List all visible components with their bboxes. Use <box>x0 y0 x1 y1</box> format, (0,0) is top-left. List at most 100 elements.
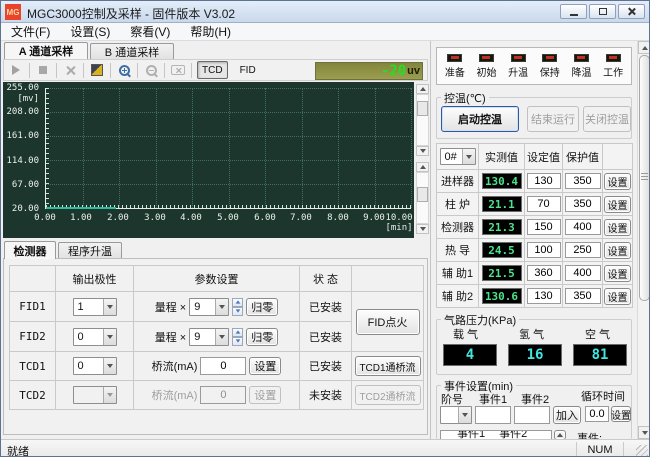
cycle-time-input[interactable] <box>585 406 609 422</box>
sample-mark-button[interactable] <box>89 62 105 78</box>
tab-channel-b[interactable]: B 通道采样 <box>90 43 174 59</box>
led-icon <box>479 54 494 62</box>
detector-measured: 21.3 <box>482 219 522 235</box>
scroll-up-arrow[interactable] <box>638 41 650 54</box>
fid1-range-select[interactable]: 9 <box>189 298 229 316</box>
fid1-zero-button[interactable]: 归零 <box>246 298 278 316</box>
aux2-protect-input[interactable] <box>565 288 601 304</box>
event2-label: 事件2 <box>521 391 549 407</box>
tcd2-polarity-select[interactable] <box>73 386 117 404</box>
detector-set-button[interactable]: 设置 <box>604 219 631 236</box>
zoom-in-button[interactable] <box>116 62 132 78</box>
x-tick: 9.00 <box>360 213 388 223</box>
event1-label: 事件1 <box>479 391 507 407</box>
injector-setpoint-input[interactable] <box>527 173 561 189</box>
close-icon <box>627 7 636 16</box>
x-tick: 3.00 <box>141 213 169 223</box>
full-scale-button[interactable] <box>170 62 186 78</box>
tab-detector-label: 检测器 <box>14 243 47 259</box>
end-run-button[interactable]: 结束运行 <box>527 106 579 132</box>
fid2-range-select[interactable]: 9 <box>189 328 229 346</box>
chevron-down-icon <box>462 149 475 164</box>
fid-ignite-button[interactable]: FID点火 <box>356 309 420 335</box>
stop-acquisition-button[interactable] <box>35 62 51 78</box>
detector-header-actions <box>352 266 424 292</box>
tcd2-bridge-on-button[interactable]: TCD2通桥流 <box>355 385 421 405</box>
scroll-down-arrow[interactable] <box>638 426 650 439</box>
menu-file[interactable]: 文件(F) <box>1 22 60 41</box>
signal-display: -20 uv <box>315 62 423 80</box>
tcd2-bridge-input[interactable] <box>200 386 246 404</box>
panel-scrollbar[interactable] <box>637 41 650 439</box>
restore-button[interactable] <box>589 4 616 19</box>
fid2-zero-button[interactable]: 归零 <box>246 328 278 346</box>
tab-channel-b-label: B 通道采样 <box>105 44 159 60</box>
detector-row-label: TCD2 <box>10 381 56 410</box>
tcd1-bridge-on-button[interactable]: TCD1通桥流 <box>355 356 421 376</box>
stage-label: 阶号 <box>441 391 463 407</box>
detector-protect-input[interactable] <box>565 219 601 235</box>
cycle-time-set-button[interactable]: 设置 <box>611 406 631 422</box>
fid-signal-toggle[interactable]: FID <box>236 61 260 79</box>
tcd1-polarity-select[interactable]: 0 <box>73 357 117 375</box>
aux1-set-button[interactable]: 设置 <box>604 265 631 282</box>
tab-channel-a[interactable]: A 通道采样 <box>4 42 88 59</box>
tab-program-ramp[interactable]: 程序升温 <box>58 242 122 259</box>
detector-setpoint-input[interactable] <box>527 219 561 235</box>
restore-icon <box>599 8 607 15</box>
fid2-polarity-select[interactable]: 0 <box>73 328 117 346</box>
detector-row-label: FID1 <box>10 292 56 322</box>
aux1-protect-input[interactable] <box>565 265 601 281</box>
detector-panel: 输出极性 参数设置 状 态 FID1 1 量程 × 9 归零 已安装 FID点火… <box>3 258 428 435</box>
tcd1-bridge-input[interactable] <box>200 357 246 375</box>
fid1-polarity-select[interactable]: 1 <box>73 298 117 316</box>
menu-view[interactable]: 察看(V) <box>120 22 180 41</box>
bridge-current-label: 桥流(mA) <box>152 358 198 374</box>
x-tick: 4.00 <box>177 213 205 223</box>
toolbar-separator <box>110 63 111 78</box>
tcd-setpoint-input[interactable] <box>527 242 561 258</box>
tcd2-set-button[interactable]: 设置 <box>249 386 281 404</box>
sample-icon <box>91 64 103 76</box>
zoom-out-button[interactable] <box>143 62 159 78</box>
close-temp-control-button[interactable]: 关闭控温 <box>583 106 631 132</box>
event2-input[interactable] <box>514 406 550 424</box>
led-icon <box>511 54 526 62</box>
tcd-set-button[interactable]: 设置 <box>604 242 631 259</box>
oven-protect-input[interactable] <box>565 196 601 212</box>
fid1-range-stepper[interactable] <box>232 298 243 316</box>
close-button[interactable] <box>618 4 645 19</box>
chromatogram-chart: 255.00 [mv] 208.00 161.00 114.00 67.00 2… <box>3 82 414 238</box>
minimize-button[interactable] <box>560 4 587 19</box>
injector-protect-input[interactable] <box>565 173 601 189</box>
aux2-set-button[interactable]: 设置 <box>604 288 631 305</box>
start-temp-control-button[interactable]: 启动控温 <box>441 106 519 132</box>
tcd-protect-input[interactable] <box>565 242 601 258</box>
injector-set-button[interactable]: 设置 <box>604 173 631 190</box>
stage-select[interactable] <box>440 406 472 424</box>
event1-input[interactable] <box>475 406 511 424</box>
chevron-down-icon <box>103 299 116 315</box>
menu-settings[interactable]: 设置(S) <box>60 22 120 41</box>
plot-area <box>45 88 411 209</box>
delete-button[interactable] <box>62 62 78 78</box>
fid2-range-stepper[interactable] <box>232 328 243 346</box>
start-acquisition-button[interactable] <box>8 62 24 78</box>
fid1-status: 已安装 <box>300 292 352 322</box>
oven-setpoint-input[interactable] <box>527 196 561 212</box>
oven-set-button[interactable]: 设置 <box>604 196 631 213</box>
tab-detector[interactable]: 检测器 <box>4 241 56 259</box>
y-scale-scrollbar-top[interactable] <box>416 84 429 156</box>
zone-selector[interactable]: 0# <box>440 148 476 165</box>
tcd1-set-button[interactable]: 设置 <box>249 357 281 375</box>
aux1-setpoint-input[interactable] <box>527 265 561 281</box>
tcd-signal-toggle[interactable]: TCD <box>197 61 228 79</box>
x-tick: 0.00 <box>31 213 59 223</box>
col-protect: 保护值 <box>563 144 603 170</box>
zone-label: 检测器 <box>437 216 479 239</box>
y-scale-scrollbar-bottom[interactable] <box>416 162 429 234</box>
resize-grip[interactable] <box>636 445 648 457</box>
add-event-button[interactable]: 加入 <box>553 406 581 424</box>
aux2-setpoint-input[interactable] <box>527 288 561 304</box>
menu-help[interactable]: 帮助(H) <box>180 22 241 41</box>
